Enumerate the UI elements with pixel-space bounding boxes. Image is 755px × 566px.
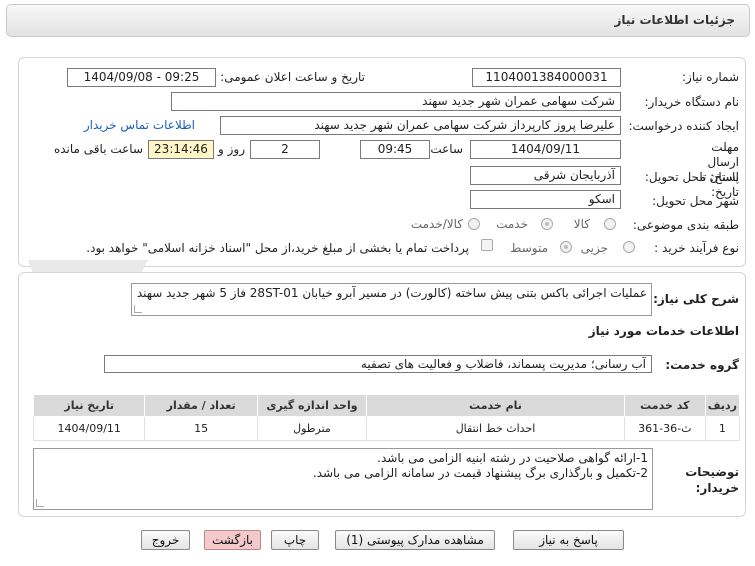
need-number-label: شماره نیاز: xyxy=(682,70,739,84)
category-radio-goods[interactable] xyxy=(604,218,616,230)
cell-name: احداث خط انتقال xyxy=(366,416,625,441)
need-info-panel xyxy=(18,57,746,267)
process-radio-minor[interactable] xyxy=(623,241,635,253)
days-label: روز و xyxy=(218,142,245,156)
category-radio-service[interactable] xyxy=(541,218,553,230)
creator-label: ایجاد کننده درخواست: xyxy=(628,119,739,133)
category-option-goods: کالا xyxy=(573,217,590,231)
col-name: نام خدمت xyxy=(366,394,625,417)
treasury-checkbox[interactable] xyxy=(481,239,493,251)
view-attachments-button[interactable]: مشاهده مدارک پیوستی (1) xyxy=(335,530,495,550)
col-code: کد خدمت xyxy=(623,394,706,417)
announce-label: تاریخ و ساعت اعلان عمومی: xyxy=(220,70,365,84)
cell-row: 1 xyxy=(704,416,741,441)
cell-date: 1404/09/11 xyxy=(32,416,146,441)
resize-handle[interactable] xyxy=(36,499,44,507)
buyer-note-2: 2-تکمیل و بارگذاری برگ پیشنهاد قیمت در س… xyxy=(312,466,648,480)
col-quantity: تعداد / مقدار xyxy=(144,394,258,417)
back-button[interactable]: بازگشت xyxy=(204,530,261,550)
category-label: طبقه بندی موضوعی: xyxy=(632,218,739,232)
col-row: ردیف xyxy=(704,394,741,417)
need-number-field: 1104001384000031 xyxy=(472,68,621,87)
buyer-notes-label: توضیحات خریدار: xyxy=(685,465,739,495)
table-header-row: ردیف کد خدمت نام خدمت واحد اندازه گیری ت… xyxy=(32,394,741,417)
remaining-label: ساعت باقی مانده xyxy=(53,142,143,156)
process-option-medium: متوسط xyxy=(510,241,548,255)
description-text: عملیات اجرائی باکس بتنی پیش ساخته (کالور… xyxy=(136,286,647,300)
contact-buyer-link[interactable]: اطلاعات تماس خریدار xyxy=(84,118,195,132)
announce-field: 1404/09/08 - 09:25 xyxy=(67,68,216,87)
creator-field: علیرضا پروز کارپرداز شرکت سهامی عمران شه… xyxy=(220,116,621,135)
col-date: تاریخ نیاز xyxy=(32,394,146,417)
payment-note: پرداخت تمام یا بخشی از مبلغ خرید،از محل … xyxy=(86,241,469,255)
deadline-date-field: 1404/09/11 xyxy=(470,140,621,159)
province-field: آذربایجان شرقی xyxy=(470,166,621,185)
process-label: نوع فرآیند خرید : xyxy=(654,241,739,255)
category-option-service: خدمت xyxy=(496,217,528,231)
exit-button[interactable]: خروج xyxy=(141,530,190,550)
deadline-time-field: 09:45 xyxy=(360,140,430,159)
process-option-minor: جزیی xyxy=(580,241,608,255)
services-table: ردیف کد خدمت نام خدمت واحد اندازه گیری ت… xyxy=(32,394,741,441)
cell-unit: مترطول xyxy=(256,416,368,441)
respond-button[interactable]: پاسخ به نیاز xyxy=(513,530,624,550)
table-row: 1 ث-36-361 احداث خط انتقال مترطول 15 140… xyxy=(32,416,741,441)
service-group-label: گروه خدمت: xyxy=(665,358,739,372)
time-label: ساعت xyxy=(430,142,463,156)
city-field: اسکو xyxy=(470,190,621,209)
buyer-org-field: شرکت سهامی عمران شهر جدید سهند xyxy=(171,92,621,111)
category-option-goods-service: کالا/خدمت xyxy=(410,217,463,231)
remaining-time-field: 23:14:46 xyxy=(148,140,214,159)
description-field: عملیات اجرائی باکس بتنی پیش ساخته (کالور… xyxy=(131,283,652,316)
category-radio-goods-service[interactable] xyxy=(468,218,480,230)
col-unit: واحد اندازه گیری xyxy=(256,394,368,417)
page-title: جزئیات اطلاعات نیاز xyxy=(614,13,735,27)
days-field: 2 xyxy=(250,140,320,159)
province-label: استان محل تحویل: xyxy=(644,170,739,184)
city-label: شهر محل تحویل: xyxy=(652,194,739,208)
buyer-org-label: نام دستگاه خریدار: xyxy=(644,95,740,109)
header-bar: جزئیات اطلاعات نیاز xyxy=(6,4,750,37)
service-group-field: آب رسانی؛ مدیریت پسماند، فاضلاب و فعالیت… xyxy=(104,355,652,373)
cell-code: ث-36-361 xyxy=(623,416,706,441)
resize-handle[interactable] xyxy=(134,305,142,313)
print-button[interactable]: چاپ xyxy=(271,530,319,550)
buyer-note-1: 1-ارائه گواهی صلاحیت در رشته ابنیه الزام… xyxy=(377,451,648,465)
process-radio-medium[interactable] xyxy=(560,241,572,253)
description-label: شرح کلی نیاز: xyxy=(653,292,739,306)
cell-quantity: 15 xyxy=(144,416,258,441)
buyer-notes-field: 1-ارائه گواهی صلاحیت در رشته ابنیه الزام… xyxy=(33,448,653,510)
services-heading: اطلاعات خدمات مورد نیاز xyxy=(588,324,739,338)
